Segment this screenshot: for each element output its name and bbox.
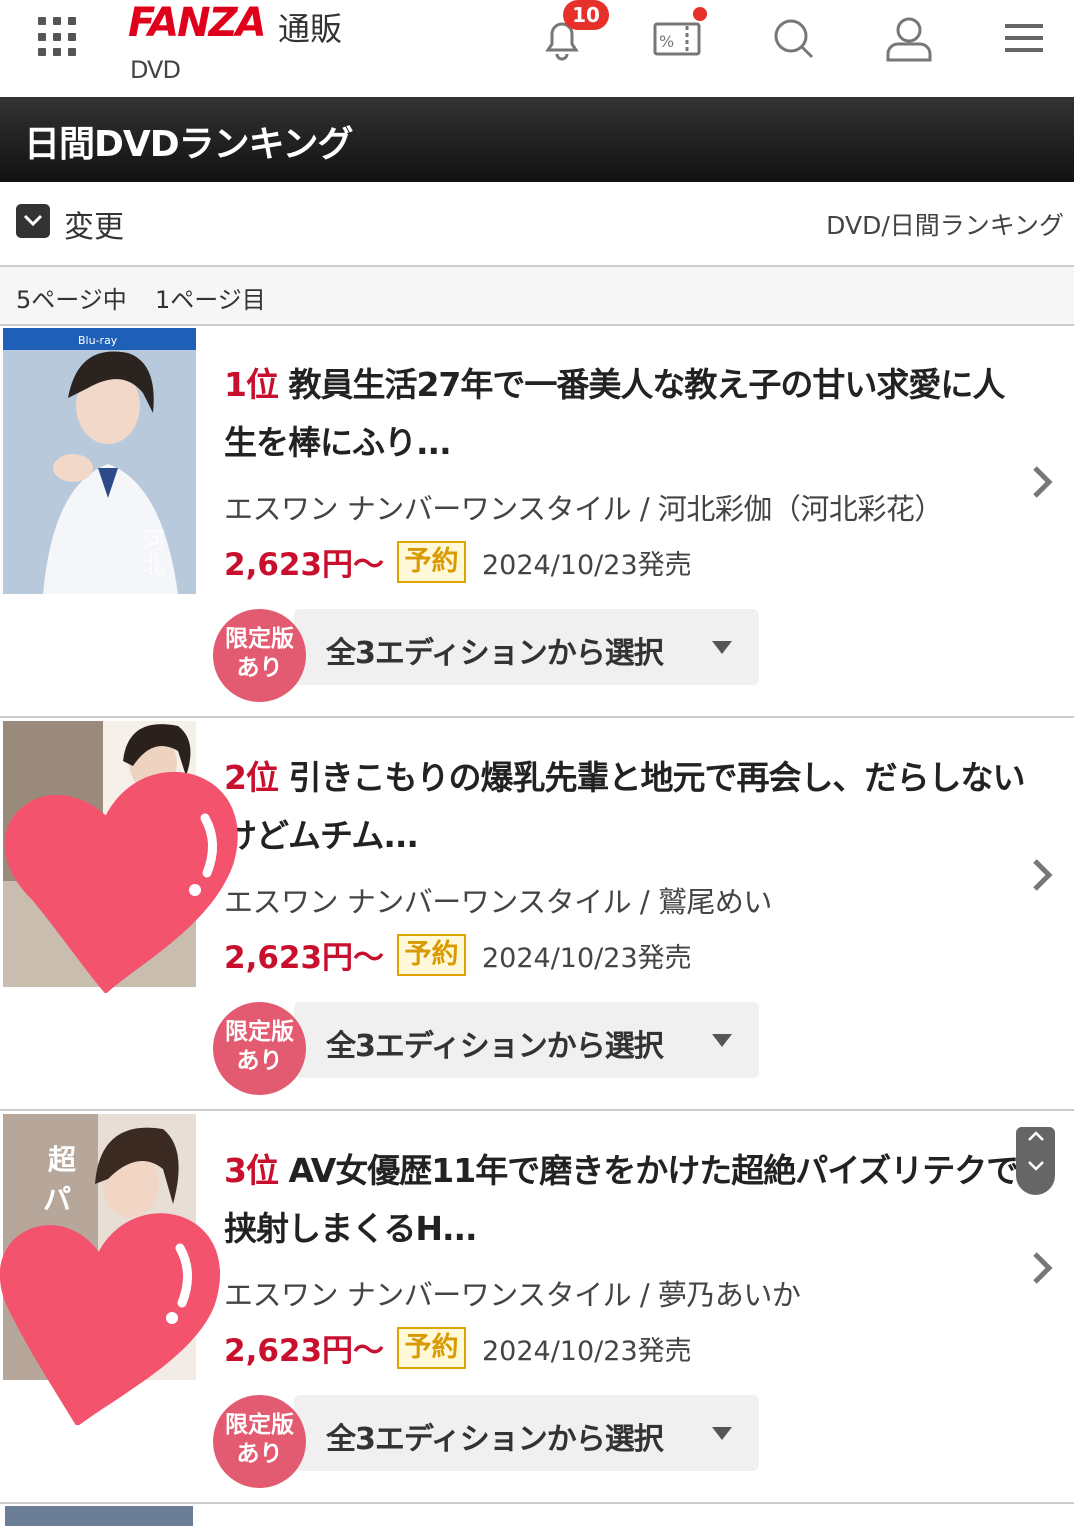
- scroll-nav-button[interactable]: [1016, 1127, 1055, 1195]
- limited-edition-badge: 限定版 あり: [213, 609, 306, 702]
- svg-text:超: 超: [48, 1143, 77, 1176]
- breadcrumb: DVD/日間ランキング: [826, 211, 1064, 240]
- search-icon[interactable]: [770, 14, 818, 62]
- next-item-peek: [0, 1506, 1074, 1526]
- grid-menu-icon[interactable]: [38, 17, 78, 57]
- hamburger-icon[interactable]: [1002, 14, 1050, 62]
- coupon-new-dot: [693, 7, 707, 21]
- limited-line1: 限定版: [225, 1412, 294, 1438]
- fanza-logo[interactable]: FANZA: [128, 0, 267, 46]
- chevron-right-icon[interactable]: [1030, 1250, 1056, 1286]
- maker-actress: エスワン ナンバーワンスタイル / 夢乃あいか: [224, 1278, 801, 1312]
- reserve-badge: 予約: [397, 541, 466, 583]
- rank-label: 3位: [224, 1151, 279, 1190]
- change-toggle[interactable]: [16, 204, 50, 238]
- top-header: FANZA 通販 DVD 10 %: [0, 0, 1074, 97]
- edition-select[interactable]: 全3エディションから選択: [294, 609, 759, 685]
- maker-actress: エスワン ナンバーワンスタイル / 鷲尾めい: [224, 885, 772, 919]
- heart-sticker-icon: [4, 771, 238, 993]
- chevron-right-icon[interactable]: [1030, 464, 1056, 500]
- product-thumbnail[interactable]: Blu-ray 河 北: [3, 328, 196, 594]
- chevron-right-icon[interactable]: [1030, 857, 1056, 893]
- product-title[interactable]: 3位 AV女優歴11年で磨きをかけた超絶パイズリテクで挟射しまくるH...: [224, 1142, 1034, 1258]
- release-date: 2024/10/23発売: [482, 943, 692, 974]
- limited-line2: あり: [236, 1441, 283, 1467]
- dropdown-arrow-icon: [712, 1427, 732, 1440]
- reserve-badge: 予約: [397, 1327, 466, 1369]
- limited-line1: 限定版: [225, 1019, 294, 1045]
- chevron-up-icon: [1028, 1131, 1044, 1141]
- limited-line1: 限定版: [225, 626, 294, 652]
- dropdown-arrow-icon: [712, 641, 732, 654]
- limited-edition-badge: 限定版 あり: [213, 1002, 306, 1095]
- svg-text:Blu-ray: Blu-ray: [78, 334, 118, 347]
- svg-text:%: %: [659, 32, 674, 51]
- limited-line2: あり: [236, 1048, 283, 1074]
- svg-text:河: 河: [143, 529, 165, 554]
- notification-badge: 10: [563, 0, 609, 30]
- chevron-down-icon: [1028, 1161, 1044, 1171]
- limited-line2: あり: [236, 655, 283, 681]
- section-label: DVD: [130, 56, 181, 84]
- page-total: 5ページ中: [16, 286, 127, 314]
- edition-select-label: 全3エディションから選択: [326, 636, 664, 671]
- reserve-badge: 予約: [397, 934, 466, 976]
- release-date: 2024/10/23発売: [482, 1336, 692, 1367]
- svg-text:北: 北: [143, 554, 165, 579]
- edition-select-label: 全3エディションから選択: [326, 1422, 664, 1457]
- logo-sub-label: 通販: [278, 10, 343, 48]
- change-row: 変更 DVD/日間ランキング: [0, 182, 1074, 267]
- dropdown-arrow-icon: [712, 1034, 732, 1047]
- maker-actress: エスワン ナンバーワンスタイル / 河北彩伽（河北彩花）: [224, 492, 943, 526]
- edition-select[interactable]: 全3エディションから選択: [294, 1002, 759, 1078]
- coupon-icon[interactable]: %: [652, 14, 701, 62]
- page-current: 1ページ目: [155, 286, 266, 314]
- edition-select[interactable]: 全3エディションから選択: [294, 1395, 759, 1471]
- heart-sticker-icon: [0, 1213, 221, 1425]
- release-date: 2024/10/23発売: [482, 550, 692, 581]
- price: 2,623円〜: [224, 1333, 385, 1369]
- price: 2,623円〜: [224, 547, 385, 583]
- ranking-title-bar: 日間DVDランキング: [0, 97, 1074, 182]
- product-title[interactable]: 1位 教員生活27年で一番美人な教え子の甘い求愛に人生を棒にふり...: [224, 356, 1034, 472]
- product-title-text: 教員生活27年で一番美人な教え子の甘い求愛に人生を棒にふり...: [224, 365, 1005, 462]
- chevron-down-icon: [23, 214, 43, 227]
- product-title-text: 引きこもりの爆乳先輩と地元で再会し、だらしないけどムチム...: [224, 758, 1025, 855]
- ranking-item[interactable]: Blu-ray 河 北 1位 教員生活27年で一番美人な教え子の甘い求愛に人生を…: [0, 326, 1074, 718]
- rank-label: 1位: [224, 365, 279, 404]
- change-label[interactable]: 変更: [64, 202, 124, 246]
- pagination-info: 5ページ中 1ページ目: [0, 267, 1074, 326]
- product-title[interactable]: 2位 引きこもりの爆乳先輩と地元で再会し、だらしないけどムチム...: [224, 749, 1034, 865]
- user-icon[interactable]: [884, 14, 932, 62]
- page-title: 日間DVDランキング: [24, 124, 354, 165]
- edition-select-label: 全3エディションから選択: [326, 1029, 664, 1064]
- product-title-text: AV女優歴11年で磨きをかけた超絶パイズリテクで挟射しまくるH...: [224, 1151, 1019, 1248]
